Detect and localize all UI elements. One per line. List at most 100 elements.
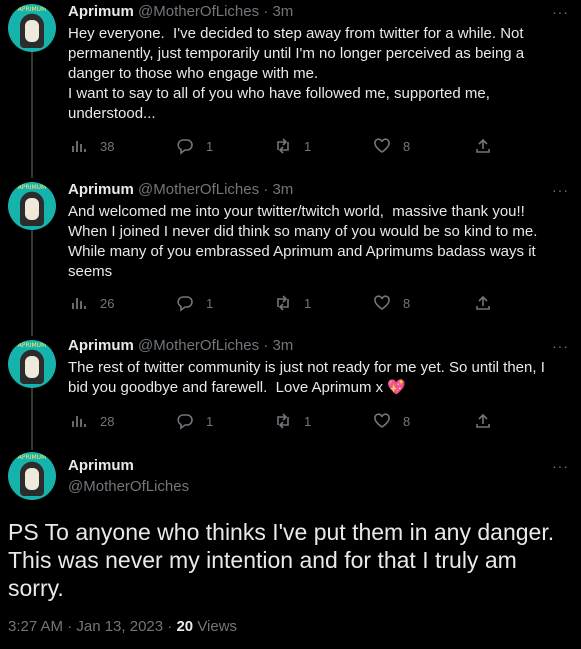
retweet-icon	[277, 413, 289, 429]
reply-count: 1	[206, 295, 214, 311]
display-name[interactable]: Aprimum	[68, 181, 134, 198]
user-handle[interactable]: @MotherOfLiches	[138, 3, 259, 20]
reply-button[interactable]: 1	[176, 412, 213, 430]
views-count: 28	[100, 413, 115, 429]
tweet-header: Aprimum @MotherOfLiches · 3m	[68, 180, 293, 200]
avatar-banner: APRIMUM	[17, 6, 47, 13]
reply-bubble-icon	[177, 414, 193, 430]
avatar-banner: APRIMUM	[17, 454, 47, 461]
heart-icon	[374, 138, 390, 153]
retweet-button[interactable]: 1	[274, 137, 311, 155]
thread-tweet-1[interactable]: APRIMUM Aprimum @MotherOfLiches · 3m ···…	[0, 0, 581, 178]
views-count[interactable]: 20	[176, 618, 193, 635]
sparkling-heart-emoji: 💖	[387, 379, 407, 396]
share-icon	[476, 138, 490, 153]
retweet-count: 1	[304, 138, 312, 154]
avatar-banner: APRIMUM	[17, 184, 47, 191]
more-dots-icon[interactable]: ···	[552, 458, 569, 474]
display-name[interactable]: Aprimum	[68, 457, 134, 474]
share-button[interactable]	[474, 412, 504, 430]
reply-count: 1	[206, 413, 214, 429]
separator-dot: ·	[167, 618, 173, 635]
views-label: Views	[197, 618, 238, 635]
reply-bubble-icon	[177, 296, 193, 312]
user-handle[interactable]: @MotherOfLiches	[138, 337, 259, 354]
separator-dot: ·	[263, 181, 269, 198]
retweet-icon	[277, 138, 289, 154]
reply-button[interactable]: 1	[176, 137, 213, 155]
tweet-text-line: Hey everyone. I've decided to step away …	[68, 25, 524, 42]
tweet-text: And welcomed me into your twitter/twitch…	[68, 202, 568, 282]
tweet-text: The rest of twitter community is just no…	[68, 358, 568, 398]
tweet-text-line: bid you goodbye and farewell. Love Aprim…	[68, 378, 568, 398]
thread-tweet-2[interactable]: APRIMUM Aprimum @MotherOfLiches · 3m ···…	[0, 178, 581, 336]
thread-connector	[31, 50, 33, 178]
tweet-text-line: seems	[68, 263, 113, 280]
like-button[interactable]: 8	[373, 412, 410, 430]
tweet-text-line: This was never my intention and for that…	[8, 547, 517, 573]
heart-icon	[374, 413, 390, 428]
tweet-timestamp[interactable]: 3:27 AM · Jan 13, 2023	[8, 618, 163, 635]
thread-tweet-3[interactable]: APRIMUM Aprimum @MotherOfLiches · 3m ···…	[0, 336, 581, 450]
thread-connector	[31, 386, 33, 450]
tweet-header: Aprimum @MotherOfLiches · 3m	[68, 2, 293, 22]
bar-chart-icon	[72, 298, 86, 309]
retweet-button[interactable]: 1	[274, 412, 311, 430]
like-button[interactable]: 8	[373, 137, 410, 155]
avatar[interactable]: APRIMUM	[8, 182, 56, 230]
tweet-time[interactable]: 3m	[272, 337, 293, 354]
separator-dot: ·	[263, 3, 269, 20]
tweet-text: Hey everyone. I've decided to step away …	[68, 24, 568, 124]
tweet-text-line: The rest of twitter community is just no…	[68, 359, 545, 376]
retweet-count: 1	[304, 295, 312, 311]
share-icon	[476, 295, 490, 310]
retweet-button[interactable]: 1	[274, 294, 311, 312]
tweet-actions: 26 1 1 8	[68, 294, 498, 314]
tweet-meta: 3:27 AM · Jan 13, 2023 · 20 Views	[8, 618, 237, 635]
like-button[interactable]: 8	[373, 294, 410, 312]
reply-button[interactable]: 1	[176, 294, 213, 312]
reply-bubble-icon	[177, 139, 193, 155]
views-button[interactable]: 28	[70, 412, 114, 430]
like-count: 8	[403, 413, 411, 429]
tweet-text-line: PS To anyone who thinks I've put them in…	[8, 519, 555, 545]
main-tweet-text: PS To anyone who thinks I've put them in…	[8, 518, 573, 602]
tweet-time[interactable]: 3m	[272, 3, 293, 20]
share-icon	[476, 413, 490, 428]
avatar-banner: APRIMUM	[17, 342, 47, 349]
views-button[interactable]: 38	[70, 137, 114, 155]
display-name[interactable]: Aprimum	[68, 3, 134, 20]
tweet-text-line: permanently, just temporarily until I'm …	[68, 45, 525, 62]
avatar[interactable]: APRIMUM	[8, 340, 56, 388]
retweet-icon	[277, 295, 289, 311]
like-count: 8	[403, 295, 411, 311]
user-handle[interactable]: @MotherOfLiches	[138, 181, 259, 198]
tweet-text-segment: bid you goodbye and farewell. Love Aprim…	[68, 379, 384, 396]
tweet-time[interactable]: 3m	[272, 181, 293, 198]
avatar[interactable]: APRIMUM	[8, 4, 56, 52]
retweet-count: 1	[304, 413, 312, 429]
display-name[interactable]: Aprimum	[68, 337, 134, 354]
separator-dot: ·	[263, 337, 269, 354]
share-button[interactable]	[474, 294, 504, 312]
tweet-actions: 38 1 1 8	[68, 137, 498, 157]
avatar[interactable]: APRIMUM	[8, 452, 56, 500]
more-dots-icon[interactable]: ···	[552, 338, 569, 354]
views-count: 26	[100, 295, 115, 311]
tweet-text-line: understood...	[68, 105, 156, 122]
views-count: 38	[100, 138, 115, 154]
tweet-header: Aprimum @MotherOfLiches · 3m	[68, 336, 293, 356]
views-button[interactable]: 26	[70, 294, 114, 312]
bar-chart-icon	[72, 416, 86, 427]
more-dots-icon[interactable]: ···	[552, 4, 569, 20]
like-count: 8	[403, 138, 411, 154]
heart-icon	[374, 295, 390, 310]
tweet-text-line: When I joined I never did think so many …	[68, 223, 538, 240]
more-dots-icon[interactable]: ···	[552, 182, 569, 198]
thread-connector	[31, 228, 33, 336]
main-tweet: APRIMUM Aprimum @MotherOfLiches ··· PS T…	[0, 450, 581, 649]
share-button[interactable]	[474, 137, 504, 155]
user-handle[interactable]: @MotherOfLiches	[68, 478, 189, 495]
tweet-text-line: And welcomed me into your twitter/twitch…	[68, 203, 525, 220]
tweet-text-line: I want to say to all of you who have fol…	[68, 85, 490, 102]
